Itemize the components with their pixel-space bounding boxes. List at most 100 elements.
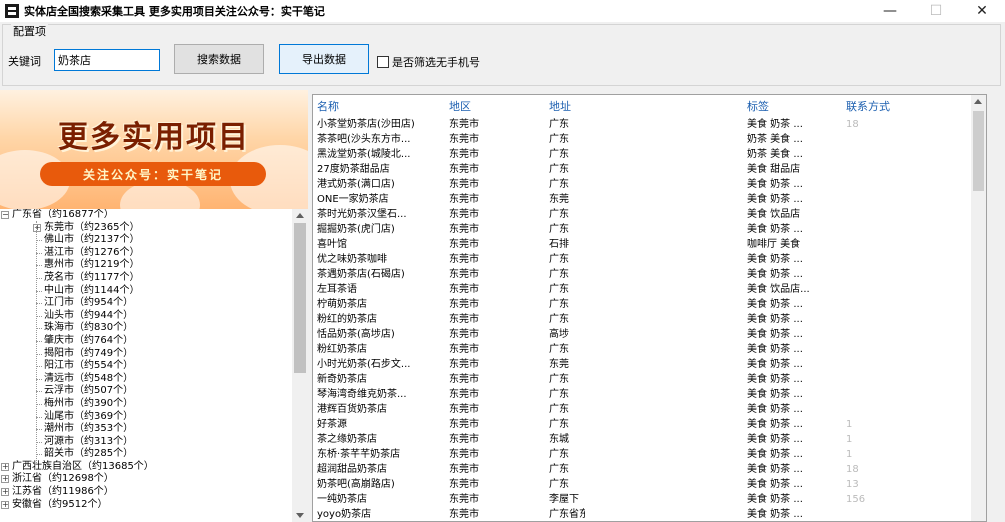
no-mobile-filter-checkbox[interactable]: 是否筛选无手机号	[377, 54, 480, 70]
column-header[interactable]: 地址	[549, 98, 571, 114]
close-button[interactable]: ✕	[959, 0, 1005, 22]
column-header[interactable]: 名称	[317, 98, 339, 114]
table-row[interactable]: 小时光奶茶(石步文... 东莞市 东莞 美食 奶茶 ...	[313, 357, 973, 372]
table-row[interactable]: 港辉百货奶茶店 东莞市 广东 美食 奶茶 ...	[313, 402, 973, 417]
table-row[interactable]: ONE一家奶茶店 东莞市 东莞 美食 奶茶 ...	[313, 192, 973, 207]
table-cell: 18	[846, 119, 859, 130]
table-row[interactable]: 恬品奶茶(高埗店) 东莞市 高埗 美食 奶茶 ...	[313, 327, 973, 342]
tree-scrollbar[interactable]	[292, 209, 308, 522]
column-header[interactable]: 标签	[747, 98, 769, 114]
table-cell: 东莞市	[449, 149, 479, 160]
table-row[interactable]: 茶遇奶茶店(石碣店) 东莞市 广东 美食 奶茶 ...	[313, 267, 973, 282]
tree-city-node[interactable]: + 东莞市（约2365个）	[0, 222, 292, 235]
tree-city-node[interactable]: 云浮市（约507个）	[0, 385, 292, 398]
tree-city-node[interactable]: 佛山市（约2137个）	[0, 234, 292, 247]
table-row[interactable]: 粉红奶茶店 东莞市 广东 美食 奶茶 ...	[313, 342, 973, 357]
scroll-down-icon[interactable]	[296, 513, 304, 518]
table-row[interactable]: yoyo奶茶店 东莞市 广东省东 美食 奶茶 ...	[313, 507, 973, 521]
tree-city-node[interactable]: 珠海市（约830个）	[0, 322, 292, 335]
table-row[interactable]: 新奇奶茶店 东莞市 广东 美食 奶茶 ...	[313, 372, 973, 387]
tree-city-node[interactable]: 潮州市（约353个）	[0, 423, 292, 436]
collapse-icon[interactable]: −	[1, 211, 9, 219]
table-row[interactable]: 喜叶馆 东莞市 石排 咖啡厅 美食	[313, 237, 973, 252]
export-button[interactable]: 导出数据	[279, 44, 369, 74]
table-row[interactable]: 奶茶吧(高崩路店) 东莞市 广东 美食 奶茶 ... 13	[313, 477, 973, 492]
tree-city-node[interactable]: 河源市（约313个）	[0, 436, 292, 449]
region-tree[interactable]: − 广东省（约16877个） + 东莞市（约2365个） 佛山市（约2137个） 湛江市（…	[0, 209, 292, 522]
grid-scroll-thumb[interactable]	[973, 111, 984, 191]
results-grid[interactable]: 名称 地区 地址 标签 联系方式 小茶堂奶茶店(沙田店) 东莞市 广东 美食 奶茶 ... 18…	[312, 94, 987, 522]
table-row[interactable]: 茶时光奶茶汉堡石... 东莞市 广东 美食 饮品店	[313, 207, 973, 222]
scroll-up-icon[interactable]	[296, 213, 304, 218]
tree-city-node[interactable]: 汕头市（约944个）	[0, 310, 292, 323]
expand-icon[interactable]: +	[1, 488, 9, 497]
tree-city-node[interactable]: 中山市（约1144个）	[0, 285, 292, 298]
grid-scrollbar[interactable]	[971, 95, 986, 521]
table-cell: 广东	[549, 149, 569, 160]
table-row[interactable]: 港式奶茶(满口店) 东莞市 广东 美食 奶茶 ...	[313, 177, 973, 192]
tree-province-node[interactable]: + 江苏省（约11986个）	[0, 486, 292, 499]
search-button[interactable]: 搜索数据	[174, 44, 264, 74]
tree-province-node[interactable]: + 广西壮族自治区（约13685个）	[0, 461, 292, 474]
table-cell: 广东	[549, 284, 569, 295]
table-row[interactable]: 一纯奶茶店 东莞市 李屋下 美食 奶茶 ... 156	[313, 492, 973, 507]
table-row[interactable]: 东桥·茶芊芊奶茶店 东莞市 广东 美食 奶茶 ... 1	[313, 447, 973, 462]
tree-node-label: 佛山市（约2137个）	[44, 234, 140, 246]
tree-city-node[interactable]: 肇庆市（约764个）	[0, 335, 292, 348]
tree-city-node[interactable]: 惠州市（约1219个）	[0, 259, 292, 272]
tree-city-node[interactable]: 梅州市（约390个）	[0, 398, 292, 411]
expand-icon[interactable]: +	[1, 500, 9, 509]
table-row[interactable]: 琴海湾奇维克奶茶... 东莞市 广东 美食 奶茶 ...	[313, 387, 973, 402]
tree-city-node[interactable]: 揭阳市（约749个）	[0, 348, 292, 361]
maximize-button[interactable]: ☐	[913, 0, 959, 22]
table-cell: 新奇奶茶店	[317, 374, 367, 385]
table-cell: 东莞市	[449, 434, 479, 445]
table-cell: 东莞市	[449, 239, 479, 250]
table-row[interactable]: 黑泷堂奶茶(城陵北... 东莞市 广东 奶茶 美食 ...	[313, 147, 973, 162]
tree-node-label: 汕尾市（约369个）	[44, 410, 134, 422]
table-cell: 奶茶吧(高崩路店)	[317, 479, 395, 490]
tree-node-label: 湛江市（约1276个）	[44, 246, 140, 258]
checkbox-box[interactable]	[377, 56, 389, 68]
tree-city-node[interactable]: 清远市（约548个）	[0, 373, 292, 386]
tree-city-node[interactable]: 阳江市（约554个）	[0, 360, 292, 373]
left-pane: 更多实用项目 关注公众号：实干笔记 − 广东省（约16877个） + 东莞市（约236…	[0, 90, 308, 522]
table-row[interactable]: 左耳茶语 东莞市 广东 美食 饮品店...	[313, 282, 973, 297]
tree-city-node[interactable]: 汕尾市（约369个）	[0, 411, 292, 424]
table-row[interactable]: 茶茶吧(沙头东方市... 东莞市 广东 奶茶 美食 ...	[313, 132, 973, 147]
table-row[interactable]: 优之味奶茶咖啡 东莞市 广东 美食 奶茶 ...	[313, 252, 973, 267]
tree-province-node[interactable]: + 浙江省（约12698个）	[0, 473, 292, 486]
banner-subline: 关注公众号：实干笔记	[40, 162, 266, 186]
column-header[interactable]: 联系方式	[846, 98, 890, 114]
table-cell: 美食 奶茶 ...	[747, 119, 803, 130]
table-row[interactable]: 好茶源 东莞市 广东 美食 奶茶 ... 1	[313, 417, 973, 432]
grid-scroll-up-icon[interactable]	[974, 99, 982, 104]
tree-city-node[interactable]: 韶关市（约285个）	[0, 448, 292, 461]
expand-icon[interactable]: +	[1, 475, 9, 484]
tree-scroll-thumb[interactable]	[294, 223, 306, 373]
tree-province-node[interactable]: + 安徽省（约9512个）	[0, 499, 292, 512]
table-cell: 茶遇奶茶店(石碣店)	[317, 269, 405, 280]
minimize-button[interactable]: —	[867, 0, 913, 22]
column-header[interactable]: 地区	[449, 98, 471, 114]
table-row[interactable]: 掘掘奶茶(虎门店) 东莞市 广东 美食 奶茶 ...	[313, 222, 973, 237]
keyword-input[interactable]	[54, 49, 160, 71]
table-cell: 恬品奶茶(高埗店)	[317, 329, 395, 340]
tree-city-node[interactable]: 茂名市（约1177个）	[0, 272, 292, 285]
table-row[interactable]: 柠萌奶茶店 东莞市 广东 美食 奶茶 ...	[313, 297, 973, 312]
table-row[interactable]: 茶之缘奶茶店 东莞市 东城 美食 奶茶 ... 1	[313, 432, 973, 447]
tree-city-node[interactable]: 江门市（约954个）	[0, 297, 292, 310]
table-cell: 广东	[549, 374, 569, 385]
table-cell: 粉红的奶茶店	[317, 314, 377, 325]
table-cell: 黑泷堂奶茶(城陵北...	[317, 149, 411, 160]
expand-icon[interactable]: +	[1, 462, 9, 471]
table-cell: 好茶源	[317, 419, 347, 430]
expand-icon[interactable]: +	[33, 223, 41, 232]
tree-province-node[interactable]: − 广东省（约16877个）	[0, 209, 292, 222]
table-row[interactable]: 27度奶茶甜品店 东莞市 广东 美食 甜品店	[313, 162, 973, 177]
table-row[interactable]: 超润甜品奶茶店 东莞市 广东 美食 奶茶 ... 18	[313, 462, 973, 477]
table-row[interactable]: 粉红的奶茶店 东莞市 广东 美食 奶茶 ...	[313, 312, 973, 327]
tree-city-node[interactable]: 湛江市（约1276个）	[0, 247, 292, 260]
table-row[interactable]: 小茶堂奶茶店(沙田店) 东莞市 广东 美食 奶茶 ... 18	[313, 117, 973, 132]
promo-banner: 更多实用项目 关注公众号：实干笔记	[0, 90, 308, 209]
